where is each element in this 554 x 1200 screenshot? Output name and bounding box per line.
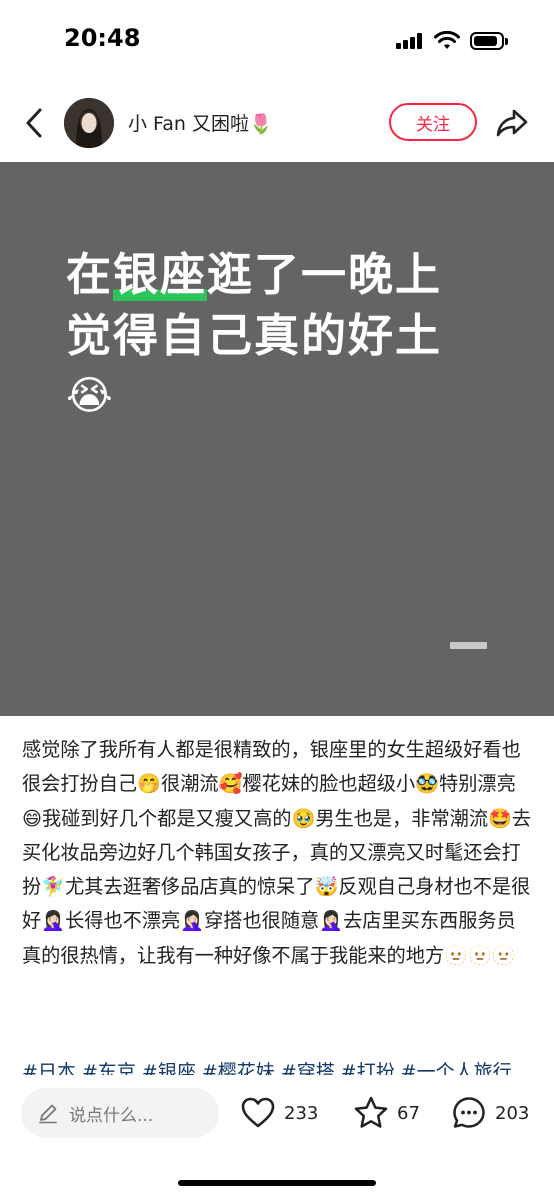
banner-caption: 在银座逛了一晚上 觉得自己真的好土 😭 xyxy=(66,244,442,427)
collect-count: 67 xyxy=(397,1102,420,1124)
banner-line3: 😭 xyxy=(66,373,115,419)
post-image[interactable]: 在银座逛了一晚上 觉得自己真的好土 😭 xyxy=(0,162,554,716)
wifi-icon xyxy=(434,31,460,49)
comment-placeholder: 说点什么... xyxy=(69,1106,154,1126)
image-page-indicator xyxy=(450,642,487,649)
like-button[interactable]: 233 xyxy=(240,1095,318,1131)
banner-line1-pre: 在 xyxy=(66,248,114,301)
like-count: 233 xyxy=(284,1102,319,1124)
home-indicator xyxy=(178,1180,376,1186)
share-icon[interactable] xyxy=(495,107,529,139)
cellular-signal-icon xyxy=(396,33,426,49)
comment-count: 203 xyxy=(495,1102,530,1124)
post-body: 感觉除了我所有人都是很精致的，银座里的女生超级好看也很会打扮自己🤭很潮流🥰樱花妹… xyxy=(22,738,532,967)
bottom-action-bar: 说点什么... 233 67 203 xyxy=(0,1080,554,1200)
heart-icon xyxy=(241,1097,275,1128)
avatar[interactable] xyxy=(64,98,114,148)
comment-input[interactable]: 说点什么... xyxy=(21,1088,219,1138)
status-time: 20:48 xyxy=(64,24,141,52)
post-header: 小 Fan 又困啦🌷 关注 xyxy=(0,92,554,154)
star-icon xyxy=(354,1096,388,1128)
battery-icon xyxy=(470,32,508,50)
follow-button[interactable]: 关注 xyxy=(389,103,477,141)
pencil-icon xyxy=(39,1104,57,1124)
back-arrow-icon[interactable] xyxy=(20,106,50,140)
collect-button[interactable]: 67 xyxy=(353,1095,420,1131)
author-name[interactable]: 小 Fan 又困啦🌷 xyxy=(128,109,273,136)
status-bar: 20:48 xyxy=(0,0,554,80)
post-tags[interactable]: #日本 #东京 #银座 #樱花妹 #穿搭 #打扮 #一个人旅行 xyxy=(22,1055,532,1075)
banner-line2: 觉得自己真的好土 xyxy=(66,309,443,362)
banner-highlight: 银座 xyxy=(113,248,208,301)
banner-line1-post: 逛了一晚上 xyxy=(207,248,443,301)
comment-button[interactable]: 203 xyxy=(451,1095,529,1131)
comment-bubble-icon xyxy=(453,1097,485,1128)
